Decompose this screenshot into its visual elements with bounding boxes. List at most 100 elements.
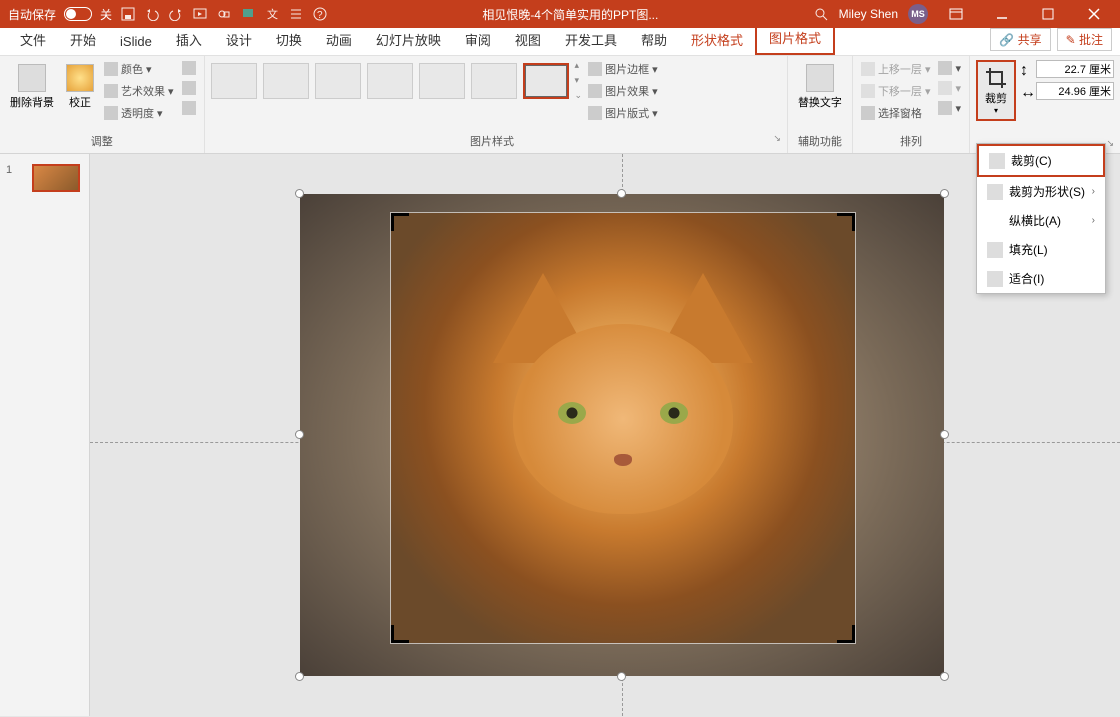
undo-icon[interactable]: [144, 6, 160, 22]
styles-dialog-launcher[interactable]: ↘: [773, 133, 781, 149]
shapes-icon[interactable]: [216, 6, 232, 22]
picture-layout-button[interactable]: 图片版式 ▾: [586, 104, 660, 122]
close-icon[interactable]: [1076, 0, 1112, 28]
search-icon[interactable]: [813, 6, 829, 22]
style-item[interactable]: [315, 63, 361, 99]
autosave-toggle[interactable]: [64, 7, 92, 21]
crop-handle[interactable]: [837, 625, 855, 643]
comments-button[interactable]: ✎ 批注: [1057, 28, 1112, 51]
remove-background-button[interactable]: 删除背景: [6, 60, 58, 114]
picture-styles-gallery[interactable]: ▴ ▾ ⌄: [211, 60, 583, 101]
picture-border-button[interactable]: 图片边框 ▾: [586, 60, 660, 78]
slide-canvas[interactable]: [90, 154, 1120, 716]
group-adjust-label: 调整: [6, 133, 198, 149]
gallery-up-icon[interactable]: ▴: [575, 60, 583, 71]
crop-menu-shape[interactable]: 裁剪为形状(S)›: [977, 177, 1105, 206]
tab-design[interactable]: 设计: [214, 24, 264, 55]
height-input[interactable]: [1036, 60, 1114, 78]
save-icon[interactable]: [120, 6, 136, 22]
text-icon[interactable]: 文: [264, 6, 280, 22]
style-item[interactable]: [211, 63, 257, 99]
tab-review[interactable]: 审阅: [453, 24, 503, 55]
crop-menu-aspect[interactable]: 纵横比(A)›: [977, 206, 1105, 235]
crop-handle[interactable]: [852, 416, 856, 440]
send-backward-button[interactable]: 下移一层 ▾: [859, 82, 933, 100]
picture-effects-button[interactable]: 图片效果 ▾: [586, 82, 660, 100]
tab-developer[interactable]: 开发工具: [553, 24, 629, 55]
tab-animations[interactable]: 动画: [314, 24, 364, 55]
slideshow-icon[interactable]: [192, 6, 208, 22]
compress-pictures-button[interactable]: [180, 60, 198, 76]
tab-insert[interactable]: 插入: [164, 24, 214, 55]
svg-text:?: ?: [317, 10, 323, 21]
color-button[interactable]: 颜色 ▾: [102, 60, 176, 78]
crop-menu-fill[interactable]: 填充(L): [977, 235, 1105, 264]
redo-icon[interactable]: [168, 6, 184, 22]
color-icon: [104, 62, 118, 76]
minimize-icon[interactable]: [984, 0, 1020, 28]
crop-menu-fit[interactable]: 适合(I): [977, 264, 1105, 293]
reset-picture-button[interactable]: [180, 100, 198, 116]
tab-help[interactable]: 帮助: [629, 24, 679, 55]
artistic-icon: [104, 84, 118, 98]
change-picture-button[interactable]: [180, 80, 198, 96]
resize-handle[interactable]: [295, 430, 304, 439]
resize-handle[interactable]: [295, 672, 304, 681]
crop-menu-crop[interactable]: 裁剪(C): [977, 144, 1105, 177]
transparency-icon: [104, 106, 118, 120]
resize-handle[interactable]: [617, 189, 626, 198]
change-picture-icon: [182, 81, 196, 95]
bring-forward-icon: [861, 62, 875, 76]
style-item[interactable]: [419, 63, 465, 99]
selection-pane-button[interactable]: 选择窗格: [859, 104, 933, 122]
resize-handle[interactable]: [295, 189, 304, 198]
resize-handle[interactable]: [940, 672, 949, 681]
style-item[interactable]: [367, 63, 413, 99]
tab-shape-format[interactable]: 形状格式: [679, 24, 755, 55]
style-item[interactable]: [263, 63, 309, 99]
alt-text-button[interactable]: 替换文字: [794, 60, 846, 114]
crop-handle[interactable]: [611, 640, 635, 644]
style-item-selected[interactable]: [523, 63, 569, 99]
slide-number: 1: [6, 164, 12, 192]
crop-button[interactable]: 裁剪 ▾: [976, 60, 1016, 121]
color-fill-icon[interactable]: [240, 6, 256, 22]
ribbon-display-icon[interactable]: [938, 0, 974, 28]
maximize-icon[interactable]: [1030, 0, 1066, 28]
tab-view[interactable]: 视图: [503, 24, 553, 55]
tab-picture-format[interactable]: 图片格式: [755, 20, 835, 55]
width-input[interactable]: [1036, 82, 1114, 100]
crop-dropdown-menu: 裁剪(C) 裁剪为形状(S)› 纵横比(A)› 填充(L) 适合(I): [976, 143, 1106, 294]
gallery-more-icon[interactable]: ⌄: [575, 90, 583, 101]
align-icon[interactable]: [288, 6, 304, 22]
group-button[interactable]: ▾: [936, 80, 963, 96]
tab-islide[interactable]: iSlide: [108, 28, 164, 55]
crop-icon: [989, 153, 1005, 169]
crop-handle[interactable]: [391, 625, 409, 643]
fit-icon: [987, 271, 1003, 287]
tab-home[interactable]: 开始: [58, 24, 108, 55]
corrections-button[interactable]: 校正: [62, 60, 98, 114]
share-button[interactable]: 🔗 共享: [990, 28, 1050, 51]
bring-forward-button[interactable]: 上移一层 ▾: [859, 60, 933, 78]
help-icon[interactable]: ?: [312, 6, 328, 22]
resize-handle[interactable]: [617, 672, 626, 681]
gallery-down-icon[interactable]: ▾: [575, 75, 583, 86]
crop-handle[interactable]: [611, 212, 635, 216]
crop-handle[interactable]: [837, 213, 855, 231]
style-item[interactable]: [471, 63, 517, 99]
crop-handle[interactable]: [390, 416, 394, 440]
tab-file[interactable]: 文件: [8, 24, 58, 55]
avatar[interactable]: MS: [908, 4, 928, 24]
rotate-button[interactable]: ▾: [936, 100, 963, 116]
slide-thumbnail[interactable]: [32, 164, 80, 192]
crop-handle[interactable]: [391, 213, 409, 231]
tab-transitions[interactable]: 切换: [264, 24, 314, 55]
tab-slideshow[interactable]: 幻灯片放映: [364, 24, 453, 55]
crop-region[interactable]: [390, 212, 856, 644]
artistic-effects-button[interactable]: 艺术效果 ▾: [102, 82, 176, 100]
align-button[interactable]: ▾: [936, 60, 963, 76]
transparency-button[interactable]: 透明度 ▾: [102, 104, 176, 122]
resize-handle[interactable]: [940, 189, 949, 198]
resize-handle[interactable]: [940, 430, 949, 439]
